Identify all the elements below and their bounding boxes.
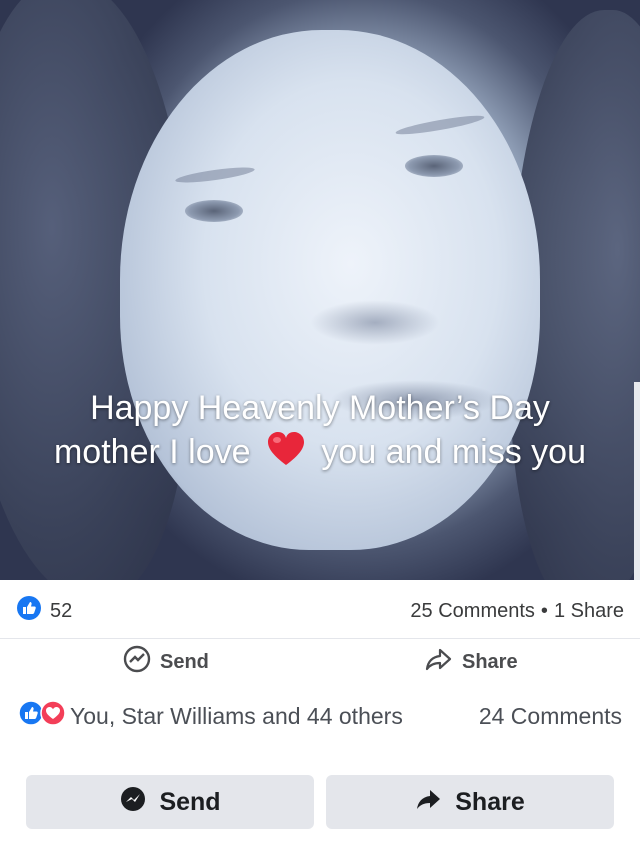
like-icon xyxy=(16,595,42,627)
embedded-share-button[interactable]: Share xyxy=(424,644,518,677)
reactions-summary[interactable]: You, Star Williams and 44 others xyxy=(18,700,403,732)
heart-icon xyxy=(266,431,306,478)
stats-separator: • xyxy=(540,599,548,622)
messenger-outline-icon xyxy=(122,644,152,677)
embedded-shares-link[interactable]: 1 Share xyxy=(554,600,624,623)
embedded-comment-share-stats: 25 Comments • 1 Share xyxy=(410,600,624,623)
post-footer: You, Star Williams and 44 others 24 Comm… xyxy=(0,677,640,855)
send-label: Send xyxy=(159,787,221,816)
embedded-send-label: Send xyxy=(160,650,209,673)
share-button[interactable]: Share xyxy=(326,775,614,829)
messenger-icon xyxy=(119,785,147,820)
photo-nose xyxy=(310,300,440,345)
caption-line-1: Happy Heavenly Mother’s Day xyxy=(90,389,550,427)
embedded-share-label: Share xyxy=(462,650,518,673)
like-count-value: 52 xyxy=(50,599,73,622)
post-photo[interactable]: Happy Heavenly Mother’s Day mother I lov… xyxy=(0,0,640,580)
reactions-text: You, Star Williams and 44 others xyxy=(70,702,403,729)
comments-link[interactable]: 24 Comments xyxy=(479,703,622,730)
action-buttons: Send Share xyxy=(26,775,614,829)
caption-line-2: mother I love you and miss you xyxy=(0,430,640,478)
caption-line-2-start: mother I love xyxy=(53,433,251,471)
embedded-like-count[interactable]: 52 xyxy=(16,595,72,627)
share-label: Share xyxy=(455,787,525,816)
send-button[interactable]: Send xyxy=(26,775,314,829)
embedded-send-button[interactable]: Send xyxy=(122,644,209,677)
embedded-post-footer: 52 25 Comments • 1 Share Send Share xyxy=(0,580,640,677)
scrollbar-edge xyxy=(634,382,640,580)
share-arrow-icon xyxy=(415,785,443,820)
reactions-row: You, Star Williams and 44 others 24 Comm… xyxy=(18,699,622,733)
embedded-divider xyxy=(0,638,640,639)
photo-eye-left xyxy=(185,200,243,222)
caption-line-2-end: you and miss you xyxy=(321,433,587,471)
post-caption: Happy Heavenly Mother’s Day mother I lov… xyxy=(0,386,640,478)
embedded-stats-row: 52 25 Comments • 1 Share xyxy=(16,596,624,626)
reaction-icons xyxy=(18,700,66,732)
embedded-action-row: Send Share xyxy=(0,640,640,677)
photo-eye-right xyxy=(405,155,463,177)
share-outline-icon xyxy=(424,644,454,677)
embedded-comments-link[interactable]: 25 Comments xyxy=(410,600,535,623)
love-reaction-icon xyxy=(40,700,66,732)
